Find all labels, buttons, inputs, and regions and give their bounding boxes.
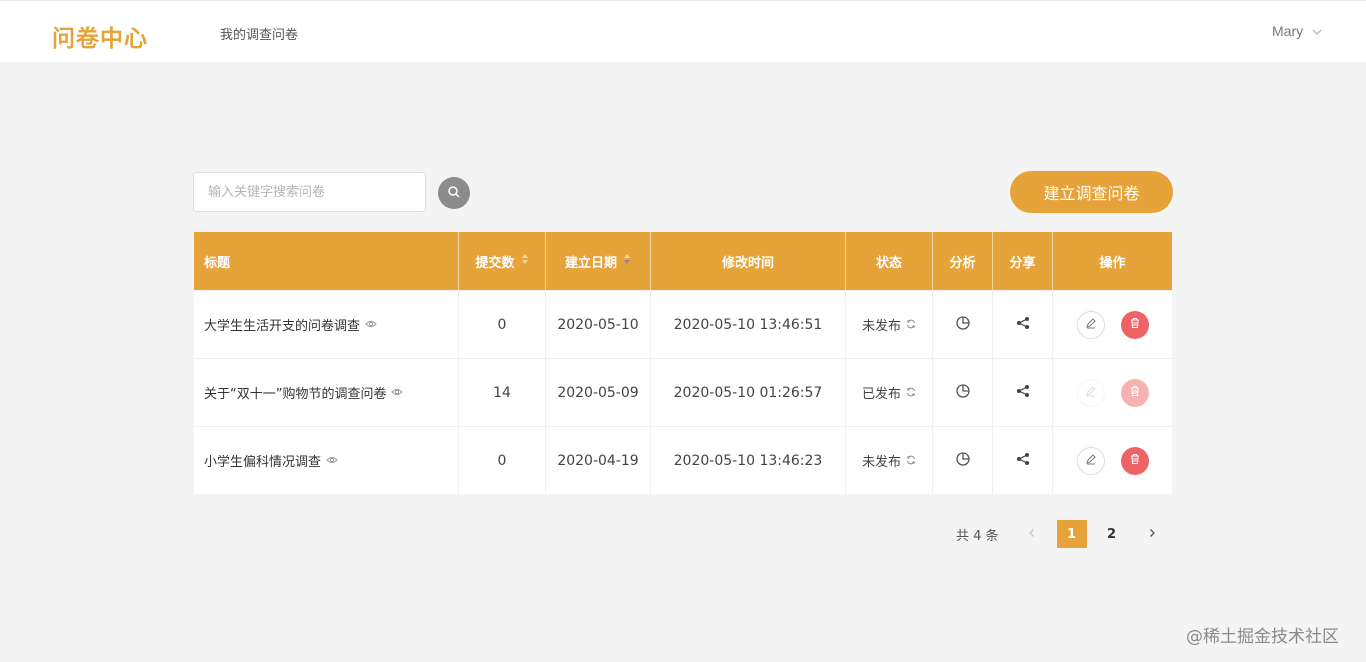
edit-icon <box>1085 385 1097 401</box>
search-icon <box>447 184 461 203</box>
cell-share <box>993 427 1053 494</box>
share-icon[interactable] <box>1016 316 1030 334</box>
delete-button[interactable] <box>1120 378 1149 407</box>
cell-share <box>993 291 1053 358</box>
cell-created: 2020-05-10 <box>546 291 651 358</box>
chevron-right-icon <box>1147 527 1157 542</box>
column-header-modified: 修改时间 <box>651 232 846 290</box>
column-label: 分享 <box>1009 255 1036 271</box>
delete-icon <box>1129 453 1141 469</box>
column-header-created[interactable]: 建立日期 <box>546 232 651 290</box>
cell-title: 关于“双十一”购物节的调查问卷 <box>194 359 459 426</box>
top-navbar: 问卷中心 我的调查问卷 Mary <box>0 0 1366 62</box>
column-header-title: 标题 <box>194 232 459 290</box>
edit-icon <box>1085 317 1097 333</box>
cell-analysis <box>933 291 993 358</box>
share-icon[interactable] <box>1016 452 1030 470</box>
cell-status: 未发布 <box>846 427 933 494</box>
delete-button[interactable] <box>1120 446 1149 475</box>
refresh-icon[interactable] <box>906 317 916 333</box>
nav-my-surveys[interactable]: 我的调查问卷 <box>220 24 298 43</box>
app-logo[interactable]: 问卷中心 <box>52 19 148 53</box>
column-label: 状态 <box>875 255 902 271</box>
survey-title[interactable]: 大学生生活开支的问卷调查 <box>204 315 360 334</box>
cell-title: 小学生偏科情况调查 <box>194 427 459 494</box>
cell-status: 未发布 <box>846 291 933 358</box>
cell-actions <box>1053 427 1172 494</box>
page-button-2[interactable]: 2 <box>1097 520 1127 548</box>
cell-status: 已发布 <box>846 359 933 426</box>
create-survey-button[interactable]: 建立调查问卷 <box>1010 171 1173 213</box>
cell-modified: 2020-05-10 01:26:57 <box>651 359 846 426</box>
user-name: Mary <box>1272 23 1304 39</box>
table-row: 关于“双十一”购物节的调查问卷 14 2020-05-09 2020-05-10… <box>194 358 1172 426</box>
eye-icon[interactable] <box>326 453 338 469</box>
search-button[interactable] <box>438 177 470 209</box>
delete-icon <box>1129 317 1141 333</box>
column-label: 修改时间 <box>721 255 774 271</box>
cell-submissions: 0 <box>459 427 546 494</box>
cell-title: 大学生生活开支的问卷调查 <box>194 291 459 358</box>
edit-button[interactable] <box>1076 378 1105 407</box>
status-text: 未发布 <box>861 319 901 334</box>
pagination: 共 4 条 1 2 <box>956 520 1177 548</box>
refresh-icon[interactable] <box>906 453 916 469</box>
column-label: 操作 <box>1099 255 1126 271</box>
refresh-icon[interactable] <box>906 385 916 401</box>
survey-title[interactable]: 小学生偏科情况调查 <box>204 451 321 470</box>
column-header-status: 状态 <box>846 232 933 290</box>
search-input[interactable] <box>193 172 426 212</box>
cell-analysis <box>933 427 993 494</box>
edit-icon <box>1085 453 1097 469</box>
cell-submissions: 0 <box>459 291 546 358</box>
page-button-1[interactable]: 1 <box>1056 520 1087 548</box>
column-header-submissions[interactable]: 提交数 <box>459 232 546 290</box>
status-text: 未发布 <box>861 455 901 470</box>
edit-button[interactable] <box>1076 310 1105 339</box>
cell-modified: 2020-05-10 13:46:51 <box>651 291 846 358</box>
table-row: 小学生偏科情况调查 0 2020-04-19 2020-05-10 13:46:… <box>194 426 1172 494</box>
watermark: @稀土掘金技术社区 <box>1186 627 1339 647</box>
cell-share <box>993 359 1053 426</box>
next-page-button[interactable] <box>1137 520 1167 548</box>
cell-created: 2020-04-19 <box>546 427 651 494</box>
cell-actions <box>1053 291 1172 358</box>
user-menu[interactable]: Mary <box>1272 23 1323 39</box>
column-header-analysis: 分析 <box>933 232 993 290</box>
column-header-actions: 操作 <box>1053 232 1172 290</box>
prev-page-button[interactable] <box>1017 520 1047 548</box>
column-label: 标题 <box>204 255 231 271</box>
cell-created: 2020-05-09 <box>546 359 651 426</box>
pie-chart-icon[interactable] <box>955 315 971 335</box>
cell-modified: 2020-05-10 13:46:23 <box>651 427 846 494</box>
survey-table: 标题 提交数 建立日期 修改时间 状态 分析 分享 操作 大学生生活开支的问卷调… <box>194 232 1172 494</box>
chevron-down-icon <box>1311 25 1323 37</box>
column-header-share: 分享 <box>993 232 1053 290</box>
column-label: 分析 <box>949 255 976 271</box>
table-row: 大学生生活开支的问卷调查 0 2020-05-10 2020-05-10 13:… <box>194 290 1172 358</box>
cell-submissions: 14 <box>459 359 546 426</box>
delete-button[interactable] <box>1120 310 1149 339</box>
pagination-total: 共 4 条 <box>956 528 999 544</box>
cell-actions <box>1053 359 1172 426</box>
sort-icon[interactable] <box>521 253 529 269</box>
eye-icon[interactable] <box>365 317 377 333</box>
eye-icon[interactable] <box>391 385 404 401</box>
delete-icon <box>1129 385 1141 401</box>
share-icon[interactable] <box>1016 384 1030 402</box>
column-label: 建立日期 <box>564 255 617 271</box>
chevron-left-icon <box>1027 527 1037 542</box>
sort-icon[interactable] <box>623 253 631 269</box>
pie-chart-icon[interactable] <box>955 383 971 403</box>
table-header: 标题 提交数 建立日期 修改时间 状态 分析 分享 操作 <box>194 232 1172 290</box>
pie-chart-icon[interactable] <box>955 451 971 471</box>
edit-button[interactable] <box>1076 446 1105 475</box>
status-text: 已发布 <box>861 387 901 402</box>
survey-title[interactable]: 关于“双十一”购物节的调查问卷 <box>204 383 386 402</box>
cell-analysis <box>933 359 993 426</box>
column-label: 提交数 <box>475 255 515 271</box>
